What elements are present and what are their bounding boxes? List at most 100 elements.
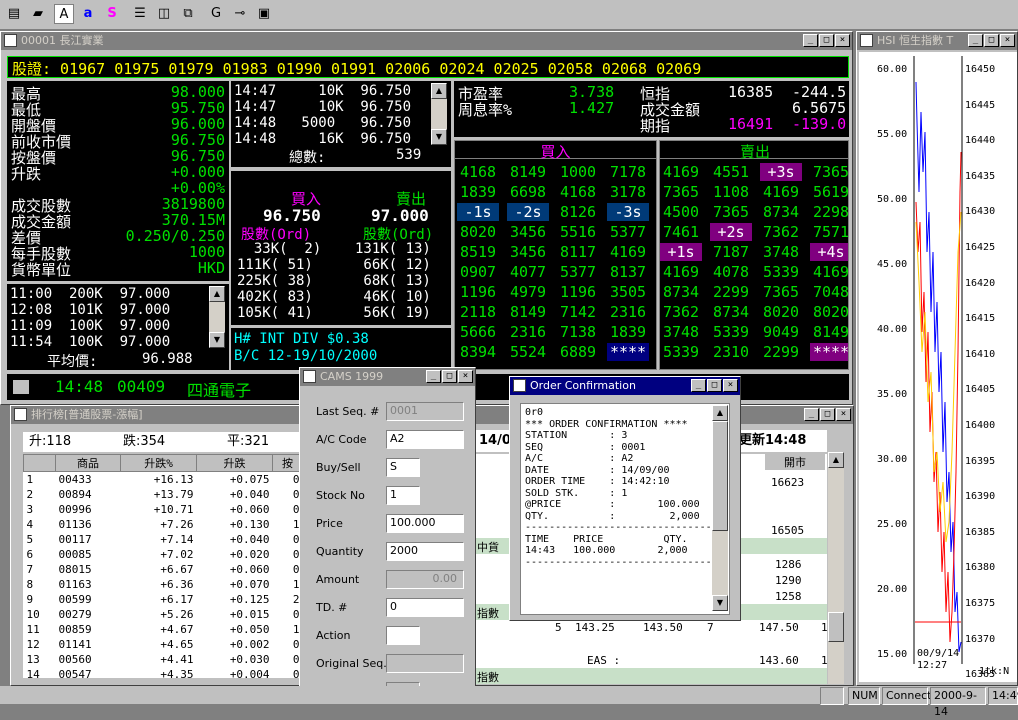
- new-doc-icon[interactable]: ▤: [4, 4, 24, 24]
- broker-cell: 5339: [762, 263, 800, 281]
- broker-cell: 2118: [459, 303, 497, 321]
- table-row[interactable]: 5 00117 +7.14 +0.040 0: [24, 532, 303, 547]
- market-table-scrollbar[interactable]: ▲: [828, 452, 844, 684]
- maximize-button[interactable]: □: [820, 408, 835, 421]
- pin-icon[interactable]: ⊸: [230, 4, 250, 24]
- field-input[interactable]: S: [386, 458, 420, 477]
- cascade-icon[interactable]: ⧉: [178, 4, 198, 24]
- maximize-button[interactable]: □: [819, 34, 834, 47]
- cams-titlebar[interactable]: CAMS 1999 _ □ ×: [300, 368, 475, 386]
- chart-date: 00/9/14: [917, 648, 960, 659]
- font-s-icon[interactable]: S: [102, 4, 122, 24]
- ask-qty: 56K( 19): [355, 305, 431, 321]
- hsi-title: HSI 恒生指數 T: [877, 34, 954, 47]
- ranking-titlebar[interactable]: 排行榜[普通股票-漲幅]: [11, 406, 305, 424]
- header-right: 更新14:48: [739, 433, 807, 448]
- broker-cell: 3456: [509, 243, 547, 261]
- chart-time: 12:27: [917, 660, 948, 671]
- table-row[interactable]: 1 00433 +16.13 +0.075 0: [24, 472, 303, 487]
- close-button[interactable]: ×: [836, 408, 851, 421]
- rank-col-header[interactable]: [23, 454, 56, 472]
- table-row[interactable]: 13 00560 +4.41 +0.030 0: [24, 652, 303, 667]
- field-input[interactable]: 100.000: [386, 514, 464, 533]
- rank-col-header[interactable]: 按: [272, 454, 303, 472]
- rank-cell: 00279: [58, 607, 92, 621]
- close-button[interactable]: ×: [723, 379, 738, 392]
- field-input[interactable]: A2: [386, 430, 464, 449]
- table-row[interactable]: 7 08015 +6.67 +0.060 0: [24, 562, 303, 577]
- field-input[interactable]: [386, 626, 420, 645]
- font-a-icon[interactable]: A: [54, 4, 74, 24]
- maximize-button[interactable]: □: [707, 379, 722, 392]
- refresh-icon[interactable]: ▣: [254, 4, 274, 24]
- stat-label: 升跌: [11, 165, 42, 183]
- hsi-titlebar[interactable]: HSI 恒生指數 T _ □ ×: [857, 32, 1017, 50]
- broker-cell: 2316: [509, 323, 547, 341]
- broker-cell: 5666: [459, 323, 497, 341]
- table-row[interactable]: 3 00996 +10.71 +0.060 0: [24, 502, 303, 517]
- broker-cell: +4s: [810, 243, 848, 261]
- field-input[interactable]: 0: [386, 598, 464, 617]
- table-row[interactable]: 11 00859 +4.67 +0.050 1: [24, 622, 303, 637]
- ticker-checkbox[interactable]: [13, 380, 29, 394]
- minimize-button[interactable]: _: [426, 370, 441, 383]
- big-trade-row: 11:09 100K 97.000: [10, 318, 171, 334]
- rank-cell: 1: [292, 622, 300, 636]
- g-icon[interactable]: G: [206, 4, 226, 24]
- order-scrollbar[interactable]: ▲ ▼: [712, 405, 728, 611]
- big-trades-scrollbar[interactable]: ▲ ▼: [209, 286, 225, 348]
- rank-col-header[interactable]: 商品: [54, 454, 122, 472]
- close-button[interactable]: ×: [458, 370, 473, 383]
- header-left: 14/0: [479, 433, 511, 448]
- y-right-tick: 16440: [965, 135, 996, 147]
- stock-quote-titlebar[interactable]: 00001 長江實業 _ □ ×: [1, 32, 852, 50]
- minimize-button[interactable]: _: [803, 34, 818, 47]
- cell-143-60: 143.60: [759, 654, 799, 667]
- rank-cell: 0: [292, 652, 300, 666]
- broker-cell: 7048: [812, 283, 849, 301]
- split-v-icon[interactable]: ◫: [154, 4, 174, 24]
- buy-queue-label: 買入: [540, 143, 571, 161]
- top-toolbar: ▤ ▰ Aa S ☰ ◫ ⧉ G ⊸ ▣: [0, 0, 1018, 30]
- order-titlebar[interactable]: Order Confirmation _ □ ×: [510, 377, 740, 395]
- news-panel: H# INT DIV $0.38 B/C 12-19/10/2000: [231, 328, 451, 370]
- news-line-2: B/C 12-19/10/2000: [234, 348, 378, 364]
- close-button[interactable]: ×: [1000, 34, 1015, 47]
- minimize-button[interactable]: _: [968, 34, 983, 47]
- broker-cell: 7365: [712, 203, 750, 221]
- table-row[interactable]: 9 00599 +6.17 +0.125 2: [24, 592, 303, 607]
- rank-col-header[interactable]: 升跌%: [119, 454, 198, 472]
- minimize-button[interactable]: _: [804, 408, 819, 421]
- table-row[interactable]: 4 01136 +7.26 +0.130 1: [24, 517, 303, 532]
- table-row[interactable]: 14 00547 +4.35 +0.004 0: [24, 667, 303, 682]
- rank-cell: 0: [292, 502, 300, 516]
- warrant-list[interactable]: 股證: 01967 01975 01979 01983 01990 01991 …: [12, 58, 701, 77]
- field-input[interactable]: 1: [386, 486, 420, 505]
- maximize-button[interactable]: □: [984, 34, 999, 47]
- broker-cell: 8734: [762, 203, 800, 221]
- ticks-scrollbar[interactable]: ▲ ▼: [431, 83, 447, 145]
- table-row[interactable]: 8 01163 +6.36 +0.070 1: [24, 577, 303, 592]
- close-button[interactable]: ×: [835, 34, 850, 47]
- ranking-window: 排行榜[普通股票-漲幅] 升:118 跌:354 平:321 商品 升跌% 升跌按 …: [10, 405, 306, 686]
- table-row[interactable]: 10 00279 +5.26 +0.015 0: [24, 607, 303, 622]
- table-row[interactable]: 12 01141 +4.65 +0.002 0: [24, 637, 303, 652]
- ranking-summary: 升:118 跌:354 平:321: [23, 432, 303, 452]
- table-row[interactable]: 6 00085 +7.02 +0.020 0: [24, 547, 303, 562]
- order-text-area[interactable]: 0r0 *** ORDER CONFIRMATION **** STATION : …: [520, 403, 730, 615]
- open-folder-icon[interactable]: ▰: [28, 4, 48, 24]
- font-a-blue-icon[interactable]: a: [78, 4, 98, 24]
- y-right-tick: 16395: [965, 455, 996, 467]
- maximize-button[interactable]: □: [442, 370, 457, 383]
- rank-col-header[interactable]: 升跌: [196, 454, 274, 472]
- broker-cell: 5339: [712, 323, 750, 341]
- ranking-table-wrap: 商品 升跌% 升跌按 1 00433 +16.13 +0.075 0 2 00894 +13.79…: [23, 454, 303, 685]
- table-row[interactable]: 2 00894 +13.79 +0.040 0: [24, 487, 303, 502]
- bid-qty: 111K( 51): [237, 257, 313, 273]
- y-right-tick: 16435: [965, 170, 996, 182]
- minimize-button[interactable]: _: [691, 379, 706, 392]
- split-h-icon[interactable]: ☰: [130, 4, 150, 24]
- broker-cell: 8734: [712, 303, 750, 321]
- order-line: *** ORDER CONFIRMATION ****: [525, 418, 688, 430]
- field-input[interactable]: 2000: [386, 542, 464, 561]
